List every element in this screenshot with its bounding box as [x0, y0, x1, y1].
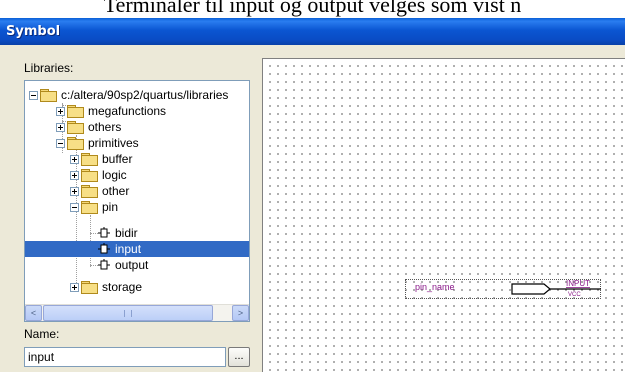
symbol-sublabel: VCC: [568, 292, 581, 298]
folder-icon: [81, 169, 98, 182]
libraries-label: Libraries:: [24, 61, 74, 75]
collapse-icon[interactable]: [56, 138, 65, 148]
symbol-label: INPUT: [566, 279, 590, 288]
expand-icon[interactable]: [70, 170, 79, 180]
tree-node-label: buffer: [102, 151, 133, 166]
expand-icon[interactable]: [70, 282, 79, 292]
name-input[interactable]: input: [24, 347, 226, 367]
horizontal-scrollbar[interactable]: < >: [25, 304, 249, 321]
tree-node-label: c:/altera/90sp2/quartus/libraries: [61, 87, 229, 102]
tree-node-input[interactable]: input: [25, 241, 249, 257]
library-tree[interactable]: c:/altera/90sp2/quartus/libraries megafu…: [24, 80, 250, 322]
expand-icon[interactable]: [70, 186, 79, 196]
tree-node-label: primitives: [88, 135, 139, 150]
expand-icon[interactable]: [70, 154, 79, 164]
pin-name-label: pin_name: [415, 282, 455, 292]
folder-icon: [67, 121, 84, 134]
tree-node-label: megafunctions: [88, 103, 167, 118]
tree-node-label: output: [115, 257, 149, 272]
pin-symbol-icon: [98, 227, 110, 238]
title-bar[interactable]: Symbol: [0, 18, 625, 45]
folder-icon: [81, 185, 98, 198]
tree-node-others[interactable]: others: [56, 119, 123, 135]
folder-icon: [81, 281, 98, 294]
symbol-dialog: Symbol Libraries: c:/altera/90sp2/quartu…: [0, 18, 625, 372]
collapse-icon[interactable]: [29, 90, 38, 100]
tree-node-label: pin: [102, 199, 119, 214]
symbol-preview-canvas: pin_name INPUT VCC: [262, 58, 625, 372]
scroll-left-button[interactable]: <: [25, 305, 42, 321]
tree-node-bidir[interactable]: bidir: [98, 225, 140, 241]
tree-node-label: other: [102, 183, 130, 198]
name-label: Name:: [24, 327, 60, 341]
tree-node-logic[interactable]: logic: [70, 167, 129, 183]
tree-node-storage[interactable]: storage: [70, 279, 144, 295]
collapse-icon[interactable]: [70, 202, 79, 212]
folder-icon: [81, 153, 98, 166]
expand-icon[interactable]: [56, 122, 65, 132]
page-caption: Terminaler til input og output velges so…: [103, 0, 522, 17]
tree-node-output[interactable]: output: [98, 257, 150, 273]
tree-node-label: input: [113, 241, 144, 257]
pin-symbol-icon: [98, 243, 110, 254]
tree-node-label: storage: [102, 279, 143, 294]
arrow-left-icon: <: [30, 308, 37, 318]
tree-node-other[interactable]: other: [70, 183, 131, 199]
tree-node-megafunctions[interactable]: megafunctions: [56, 103, 168, 119]
open-folder-icon: [81, 201, 98, 214]
scroll-thumb[interactable]: [43, 305, 213, 321]
tree-node-label: bidir: [115, 225, 138, 240]
tree-node-label: others: [88, 119, 122, 134]
browse-button[interactable]: ...: [228, 347, 250, 367]
grip-icon: [124, 310, 132, 317]
tree-node-primitives[interactable]: primitives: [56, 135, 141, 151]
input-pin-symbol: INPUT VCC: [511, 279, 601, 298]
open-folder-icon: [67, 137, 84, 150]
folder-icon: [67, 105, 84, 118]
window-title: Symbol: [6, 24, 61, 39]
tree-node-label: logic: [102, 167, 127, 182]
scroll-right-button[interactable]: >: [232, 305, 249, 321]
open-folder-icon: [40, 89, 57, 102]
pin-symbol-icon: [98, 259, 110, 270]
arrow-right-icon: >: [237, 308, 244, 318]
expand-icon[interactable]: [56, 106, 65, 116]
tree-node-pin[interactable]: pin: [70, 199, 120, 215]
tree-node-root[interactable]: c:/altera/90sp2/quartus/libraries: [29, 87, 230, 103]
tree-node-buffer[interactable]: buffer: [70, 151, 134, 167]
